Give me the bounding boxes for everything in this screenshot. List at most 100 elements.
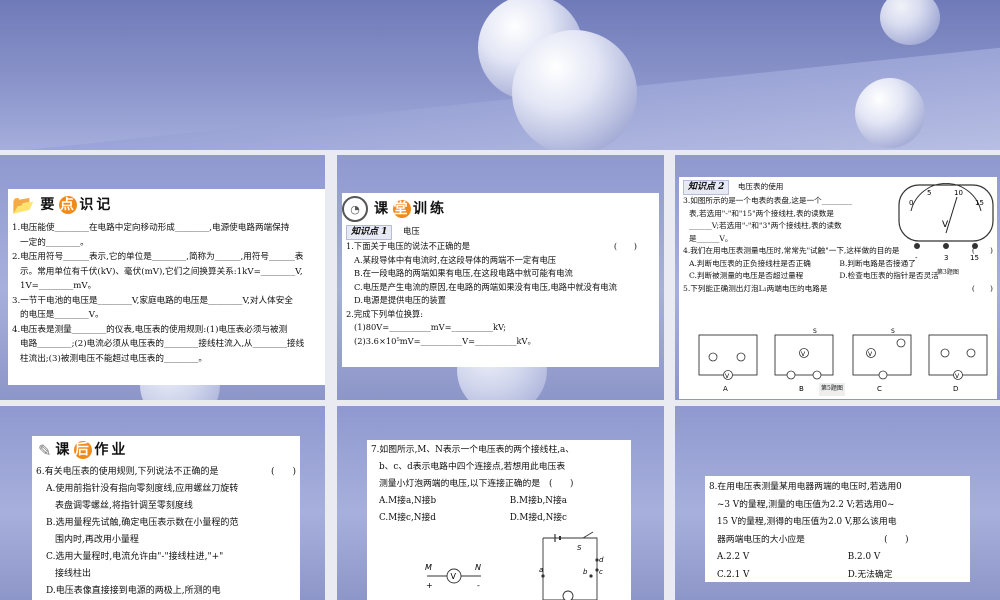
question-7-line: b、c、d表示电路中四个连接点,若想用此电压表 bbox=[379, 462, 566, 472]
point-b-label: b bbox=[583, 568, 588, 576]
figure-caption: 第3题图 bbox=[937, 269, 959, 276]
plus-label: + bbox=[426, 581, 433, 590]
slide-thumbnail-3[interactable]: 知识点 2 电压表的使用 3.如图所示的是一个电表的表盘,这是一个_______… bbox=[675, 155, 1000, 400]
terminal-m-label: M bbox=[425, 563, 432, 572]
conversion-line: (1)80V=__________mV=__________kV; bbox=[354, 322, 507, 332]
option: C.M接c,N接d bbox=[379, 513, 436, 523]
answer-bracket: ( ) bbox=[613, 241, 637, 251]
text-line: 2.电压用符号______表示,它的单位是________,简称为______,… bbox=[12, 252, 304, 262]
answer-bracket: ( ) bbox=[971, 283, 993, 293]
conversion-line: (2)3.6×10⁵mV=__________V=__________kV。 bbox=[354, 335, 536, 346]
terminal-label: 15 bbox=[970, 254, 979, 262]
circuit-a: V A bbox=[698, 334, 758, 393]
lamp-circuit: S a b c d bbox=[539, 531, 604, 600]
question-7-text: 7.如图所示,M、N表示一个电压表的两个接线柱,a、 b、c、d表示电路中四个连… bbox=[367, 440, 631, 529]
text-line: 3.一节干电池的电压是________V,家庭电路的电压是________V,对… bbox=[12, 295, 293, 306]
question-5: 5.下列能正确测出灯泡L₁两端电压的电路是 bbox=[683, 283, 828, 293]
question-3: 3.如图所示的是一个电表的表盘,这是一个________ bbox=[683, 196, 853, 205]
text-line: 电路________;(2)电流必须从电压表的________接线柱流入,从__… bbox=[20, 339, 305, 349]
voltmeter-label: V bbox=[451, 572, 457, 581]
dial-icon: ◔ bbox=[342, 196, 368, 222]
pencil-icon: ✎ bbox=[38, 440, 52, 460]
knowledge-point-title: 电压表的使用 bbox=[737, 182, 784, 191]
slide-thumbnail-2[interactable]: ◔ 课堂训练 知识点 1 电压 1.下面关于电压的说法不正确的是 ( ) A.某… bbox=[337, 155, 664, 400]
slide-thumbnail-4[interactable]: ✎ 课后作业 6.有关电压表的使用规则,下列说法不正确的是 ( ) A.使用前指… bbox=[0, 406, 325, 600]
knowledge-point-title: 电压 bbox=[403, 226, 420, 236]
switch-label: S bbox=[891, 328, 895, 335]
question-8-line: 15 V的量程,测得的电压值为2.0 V,那么该用电 bbox=[717, 517, 897, 527]
slide-thumbnail-6[interactable]: 8.在用电压表测量某用电器两端的电压时,若选用0 ~3 V的量程,测量的电压值为… bbox=[675, 406, 1000, 600]
option: D.检查电压表的指针是否灵活 bbox=[839, 271, 939, 280]
circuit-c: V S C bbox=[852, 328, 912, 393]
option: D.电压表像直接接到电源的两极上,所测的电 bbox=[46, 586, 221, 596]
option: B.选用量程先试触,确定电压表示数在小量程的范 bbox=[46, 518, 239, 528]
text-line: 柱流出;(3)被测电压不能超过电压表的________。 bbox=[20, 353, 207, 364]
text-line: 一定的________。 bbox=[20, 237, 89, 248]
text-line: 的电压是________V。 bbox=[20, 310, 104, 320]
circuit-d: V D bbox=[928, 334, 988, 393]
text-line: 1V=________mV。 bbox=[20, 281, 97, 291]
summary-text: 1.电压能使________在电路中定向移动形成________,电源使电路两端… bbox=[8, 221, 325, 366]
unit-label: V bbox=[942, 220, 949, 230]
section-header: 📂 要点识记 bbox=[8, 189, 325, 221]
banner-sphere bbox=[880, 0, 940, 45]
question-4: 4.我们在用电压表测量电压时,常常先"试触"一下,这样做的目的是 bbox=[683, 246, 900, 255]
question-8: 8.在用电压表测量某用电器两端的电压时,若选用0 bbox=[709, 482, 902, 492]
circuit-label: C bbox=[877, 385, 882, 393]
option-line: 围内时,再改用小量程 bbox=[46, 535, 139, 545]
option: B.在一段电路的两端如果有电压,在这段电路中就可能有电流 bbox=[354, 268, 573, 278]
option: C.2.1 V bbox=[717, 569, 750, 580]
option: C.电压是产生电流的原因,在电路的两端如果没有电压,电路中就没有电流 bbox=[354, 281, 617, 292]
switch-label: S bbox=[813, 328, 817, 335]
question-7-card: 7.如图所示,M、N表示一个电压表的两个接线柱,a、 b、c、d表示电路中四个连… bbox=[367, 440, 631, 600]
terminal-icon bbox=[914, 243, 920, 249]
question-7-circuit: V M N + - S a b c d bbox=[425, 531, 604, 600]
option: D.电源是提供电压的装置 bbox=[354, 295, 446, 305]
circuit-label: B bbox=[799, 385, 804, 393]
title-banner bbox=[0, 0, 1000, 150]
circuit-label: D bbox=[953, 385, 958, 393]
option: D.M接d,N接c bbox=[509, 513, 567, 523]
question-7: 7.如图所示,M、N表示一个电压表的两个接线柱,a、 bbox=[371, 445, 575, 455]
homework-card: ✎ 课后作业 6.有关电压表的使用规则,下列说法不正确的是 ( ) A.使用前指… bbox=[32, 436, 300, 600]
terminal-label: - bbox=[915, 254, 918, 262]
banner-sphere bbox=[512, 30, 637, 150]
scale-label: 15 bbox=[975, 199, 984, 207]
option: B.M接b,N接a bbox=[509, 496, 568, 506]
banner-sphere bbox=[855, 78, 925, 148]
slide-thumbnail-1[interactable]: 📂 要点识记 1.电压能使________在电路中定向移动形成________,… bbox=[0, 155, 325, 400]
voltmeter-card: 知识点 2 电压表的使用 3.如图所示的是一个电表的表盘,这是一个_______… bbox=[679, 177, 997, 399]
scale-label: 0 bbox=[909, 199, 913, 207]
option: D.无法确定 bbox=[847, 569, 893, 580]
question-8-text: 8.在用电压表测量某用电器两端的电压时,若选用0 ~3 V的量程,测量的电压值为… bbox=[705, 476, 970, 587]
point-d-label: d bbox=[599, 556, 604, 564]
terminal-label: 3 bbox=[944, 254, 948, 262]
scale-label: 10 bbox=[954, 189, 963, 197]
question-3-line: 表,若选用"-"和"15"两个接线柱,表的读数是 bbox=[689, 208, 834, 218]
slide-thumbnail-5[interactable]: 7.如图所示,M、N表示一个电压表的两个接线柱,a、 b、c、d表示电路中四个连… bbox=[337, 406, 664, 600]
terminal-icon bbox=[943, 243, 949, 249]
circuit-label: A bbox=[723, 385, 728, 393]
voltmeter-symbol-figure: V M N + - bbox=[425, 563, 481, 590]
practice-text: 知识点 1 电压 1.下面关于电压的说法不正确的是 ( ) A.某段导体中有电流… bbox=[342, 225, 659, 348]
knowledge-point-tag: 知识点 2 bbox=[683, 180, 730, 195]
option: C.选用大量程时,电流允许由"-"接线柱进,"+" bbox=[46, 552, 224, 562]
option: C.判断被测量的电压是否超过量程 bbox=[689, 271, 804, 280]
option: A.2.2 V bbox=[717, 552, 750, 562]
question-2: 2.完成下列单位换算: bbox=[346, 308, 424, 319]
question-7-line: 测量小灯泡两端的电压,以下连接正确的是 ( ) bbox=[379, 479, 574, 489]
scale-label: 5 bbox=[927, 189, 931, 197]
section-title: 要点识记 bbox=[40, 196, 114, 214]
question-8-line: ~3 V的量程,测量的电压值为2.2 V;若选用0~ bbox=[717, 499, 895, 510]
question-3-line: ______V;若选用"-"和"3"两个接线柱,表的读数 bbox=[689, 221, 842, 230]
text-line: 4.电压表是测量________的仪表,电压表的使用规则:(1)电压表必须与被测 bbox=[12, 324, 288, 335]
folder-icon: 📂 bbox=[12, 194, 35, 216]
point-a-label: a bbox=[539, 566, 543, 574]
question-3-line: 是______V。 bbox=[689, 233, 733, 243]
option: A.某段导体中有电流时,在这段导体的两端不一定有电压 bbox=[354, 254, 557, 265]
answer-bracket: ( ) bbox=[270, 467, 296, 477]
section-title: 课堂训练 bbox=[374, 200, 447, 218]
summary-card: 📂 要点识记 1.电压能使________在电路中定向移动形成________,… bbox=[8, 189, 325, 385]
section-header: ◔ 课堂训练 bbox=[342, 193, 659, 225]
point-c-label: c bbox=[599, 568, 603, 576]
